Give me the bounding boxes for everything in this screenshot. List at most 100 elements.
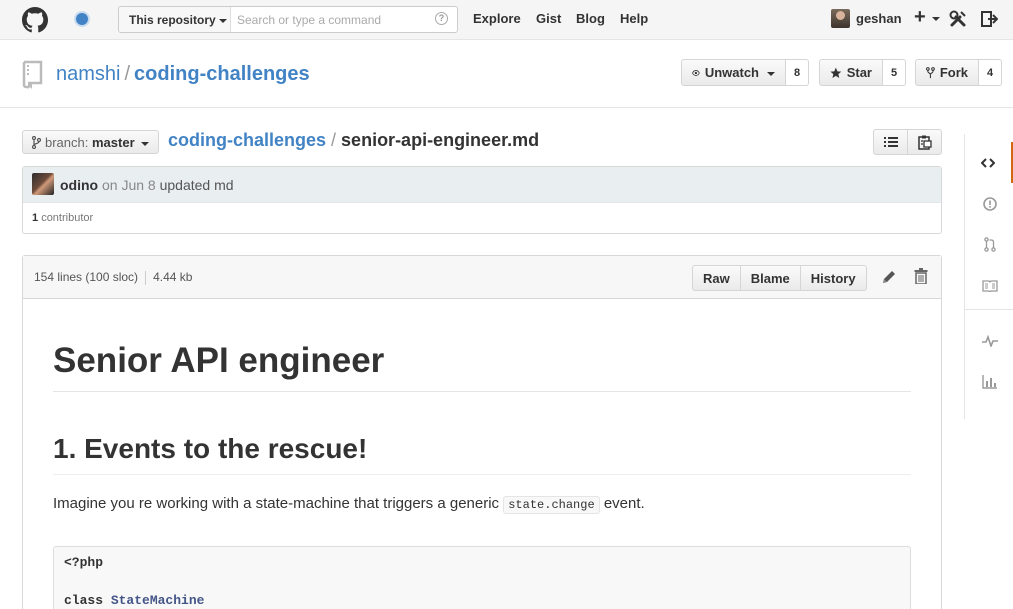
sidebar-item-pulse[interactable] — [965, 320, 1013, 361]
repo-title: namshi / coding-challenges — [56, 63, 310, 86]
search-input[interactable] — [237, 10, 417, 29]
fork-count[interactable]: 4 — [979, 59, 1002, 86]
top-header: This repository ? Explore Gist Blog Help… — [0, 0, 1013, 40]
paragraph: Imagine you re working with a state-mach… — [53, 495, 645, 514]
file-container: 154 lines (100 sloc) 4.44 kb Raw Blame Hi… — [22, 255, 942, 609]
nav-help[interactable]: Help — [620, 11, 648, 26]
username-link[interactable]: geshan — [856, 11, 902, 26]
breadcrumb-separator: / — [331, 130, 337, 150]
file-size: 4.44 kb — [153, 270, 193, 284]
avatar[interactable] — [32, 173, 54, 195]
chevron-down-icon — [932, 17, 940, 21]
eye-icon — [692, 70, 700, 76]
heading-1: Senior API engineer — [53, 340, 911, 392]
commit-message-link[interactable]: updated md — [160, 177, 234, 193]
branch-icon — [31, 135, 42, 150]
history-button[interactable]: History — [801, 266, 866, 290]
nav-gist[interactable]: Gist — [536, 11, 561, 26]
clipboard-icon — [917, 135, 932, 150]
latest-commit-text: odino on Jun 8 updated md — [60, 177, 234, 193]
code-line: <?php — [64, 555, 103, 570]
branch-selector[interactable]: branch: master — [22, 130, 159, 154]
heading-2: 1. Events to the rescue! — [53, 432, 911, 475]
search-scope-label: This repository — [129, 13, 216, 27]
chevron-down-icon — [218, 18, 227, 23]
fork-icon — [926, 67, 935, 79]
commit-author-link[interactable]: odino — [60, 177, 98, 193]
pulse-icon — [981, 334, 998, 347]
sidebar-item-pull-requests[interactable] — [965, 224, 1013, 265]
copy-path-button[interactable] — [908, 130, 941, 154]
chevron-down-icon — [140, 141, 149, 146]
unwatch-button[interactable]: Unwatch — [681, 59, 786, 86]
contributor-count: 1 — [32, 212, 39, 224]
help-icon[interactable]: ? — [435, 12, 448, 25]
code-block: <?php class StateMachine — [53, 546, 911, 609]
unwatch-label: Unwatch — [704, 65, 759, 80]
breadcrumb: coding-challenges / senior-api-engineer.md — [168, 130, 539, 151]
fork-label: Fork — [939, 65, 968, 80]
pencil-icon[interactable] — [881, 269, 897, 285]
list-icon — [883, 137, 898, 147]
fork-button[interactable]: Fork — [915, 59, 979, 86]
github-logo-icon[interactable] — [22, 7, 48, 33]
code-class-name: StateMachine — [110, 593, 205, 608]
create-new-button[interactable]: + — [914, 6, 926, 29]
nav-blog[interactable]: Blog — [576, 11, 605, 26]
raw-button[interactable]: Raw — [693, 266, 741, 290]
file-line-count: 154 lines (100 sloc) — [34, 270, 139, 284]
graph-icon — [982, 374, 997, 389]
file-view-buttons — [873, 129, 942, 155]
contributors-link[interactable]: 1 contributor — [32, 212, 93, 224]
star-button[interactable]: Star — [819, 59, 883, 86]
list-view-button[interactable] — [874, 130, 908, 154]
repo-icon — [22, 60, 43, 89]
trash-icon[interactable] — [914, 268, 928, 284]
sidebar-item-code[interactable] — [965, 142, 1013, 183]
search-scope-dropdown[interactable]: This repository — [119, 7, 231, 32]
blame-button[interactable]: Blame — [741, 266, 801, 290]
branch-label: branch: — [45, 135, 89, 150]
search-box: This repository ? — [118, 6, 458, 33]
star-label: Star — [846, 65, 872, 80]
wiki-icon — [981, 279, 998, 292]
sidebar-item-wiki[interactable] — [965, 265, 1013, 306]
fork-group: Fork 4 — [915, 59, 1002, 86]
pull-request-icon — [983, 237, 996, 252]
repo-sidebar-nav — [964, 134, 1013, 419]
nav-explore[interactable]: Explore — [473, 11, 521, 26]
paragraph-text-end: event. — [599, 495, 645, 512]
sign-out-icon[interactable] — [980, 10, 998, 28]
breadcrumb-file-name: senior-api-engineer.md — [341, 130, 540, 150]
issue-icon — [982, 196, 997, 211]
repo-owner-link[interactable]: namshi — [56, 63, 120, 85]
sidebar-item-issues[interactable] — [965, 183, 1013, 224]
contributor-label: contributor — [41, 212, 94, 224]
star-icon — [830, 67, 842, 79]
repo-header: namshi / coding-challenges Unwatch 8 Star … — [0, 40, 1013, 108]
star-group: Star 5 — [819, 59, 906, 86]
paragraph-text: Imagine you re working with a state-mach… — [53, 495, 504, 512]
code-line: class StateMachine — [64, 593, 204, 608]
branch-name: master — [92, 135, 135, 150]
breadcrumb-repo-link[interactable]: coding-challenges — [168, 130, 326, 150]
inline-code: state.change — [503, 496, 600, 514]
file-info-divider — [145, 270, 147, 285]
sidebar-divider — [965, 309, 1013, 310]
file-action-buttons: Raw Blame History — [692, 265, 867, 291]
code-php-open-tag: <?php — [64, 555, 104, 570]
commit-summary: odino on Jun 8 updated md 1 contributor — [22, 166, 942, 234]
chevron-down-icon — [767, 72, 775, 76]
avatar[interactable] — [831, 9, 850, 28]
star-count[interactable]: 5 — [883, 59, 906, 86]
file-info: 154 lines (100 sloc) 4.44 kb — [34, 270, 192, 285]
code-icon — [981, 157, 995, 168]
file-header: 154 lines (100 sloc) 4.44 kb Raw Blame Hi… — [23, 256, 941, 299]
settings-tools-icon[interactable] — [949, 10, 967, 28]
sidebar-item-graphs[interactable] — [965, 361, 1013, 402]
watch-count[interactable]: 8 — [786, 59, 809, 86]
repo-title-separator: / — [124, 63, 131, 85]
notification-indicator-icon[interactable] — [76, 13, 88, 25]
repo-name-link[interactable]: coding-challenges — [134, 63, 310, 85]
latest-commit-bar: odino on Jun 8 updated md — [23, 167, 941, 203]
